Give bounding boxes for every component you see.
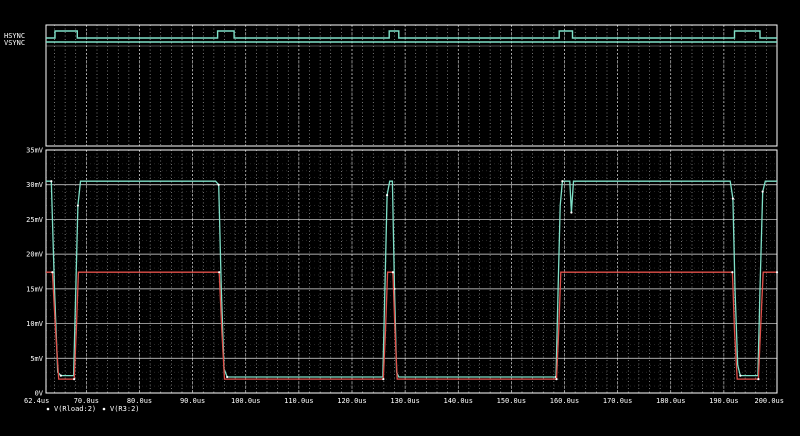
series-point — [218, 271, 221, 274]
x-axis-ticks: 62.4us 70.0us 80.0us 90.0us 100.0us 110.0us 12… — [24, 397, 784, 405]
x-tick-label: 170.0us — [603, 397, 633, 405]
series-point — [561, 180, 564, 183]
legend: V(Rload:2) V(R3:2) — [46, 405, 140, 413]
signal-label-vsync: VSYNC — [4, 39, 25, 47]
series-point — [217, 183, 220, 186]
series-point — [570, 211, 573, 214]
series-point — [391, 271, 395, 274]
series-point — [73, 378, 76, 381]
series-point — [757, 378, 760, 381]
x-tick-label: 62.4us — [24, 397, 49, 405]
series-point — [226, 375, 229, 379]
legend-marker-r3 — [102, 407, 106, 411]
x-tick-label: 150.0us — [497, 397, 527, 405]
y-tick-label: 20mV — [26, 251, 44, 259]
series-point — [50, 180, 53, 183]
series-point — [731, 197, 735, 200]
x-tick-label: 190.0us — [709, 397, 739, 405]
x-tick-label: 200.0us — [754, 397, 784, 405]
series-point — [385, 194, 389, 197]
series-point — [59, 374, 62, 377]
x-tick-label: 120.0us — [337, 397, 367, 405]
y-tick-label: 30mV — [26, 181, 44, 189]
x-tick-label: 80.0us — [127, 397, 152, 405]
x-tick-label: 70.0us — [74, 397, 99, 405]
x-tick-label: 130.0us — [390, 397, 420, 405]
x-tick-label: 140.0us — [443, 397, 473, 405]
x-tick-label: 180.0us — [656, 397, 686, 405]
oscilloscope-plot: HSYNC VSYNC 0V5mV10mV15mV20mV25mV30mV35m… — [0, 0, 800, 436]
y-tick-label: 15mV — [26, 285, 44, 293]
series-point — [739, 374, 742, 377]
y-tick-label: 10mV — [26, 320, 44, 328]
series-point — [382, 378, 385, 381]
x-tick-label: 160.0us — [550, 397, 580, 405]
legend-label-r3: V(R3:2) — [110, 405, 140, 413]
series-point — [775, 271, 779, 274]
series-point — [761, 190, 764, 193]
series-point — [76, 204, 79, 207]
x-tick-label: 110.0us — [284, 397, 314, 405]
y-tick-label: 35mV — [26, 147, 44, 155]
series-point — [731, 271, 734, 274]
plot-background — [0, 0, 800, 436]
x-tick-label: 90.0us — [180, 397, 205, 405]
y-tick-label: 5mV — [30, 355, 43, 363]
x-tick-label: 100.0us — [231, 397, 261, 405]
legend-marker-rload — [46, 407, 50, 411]
legend-label-rload: V(Rload:2) — [54, 405, 96, 413]
series-point — [555, 378, 558, 381]
y-tick-label: 25mV — [26, 216, 44, 224]
series-point — [51, 271, 54, 274]
